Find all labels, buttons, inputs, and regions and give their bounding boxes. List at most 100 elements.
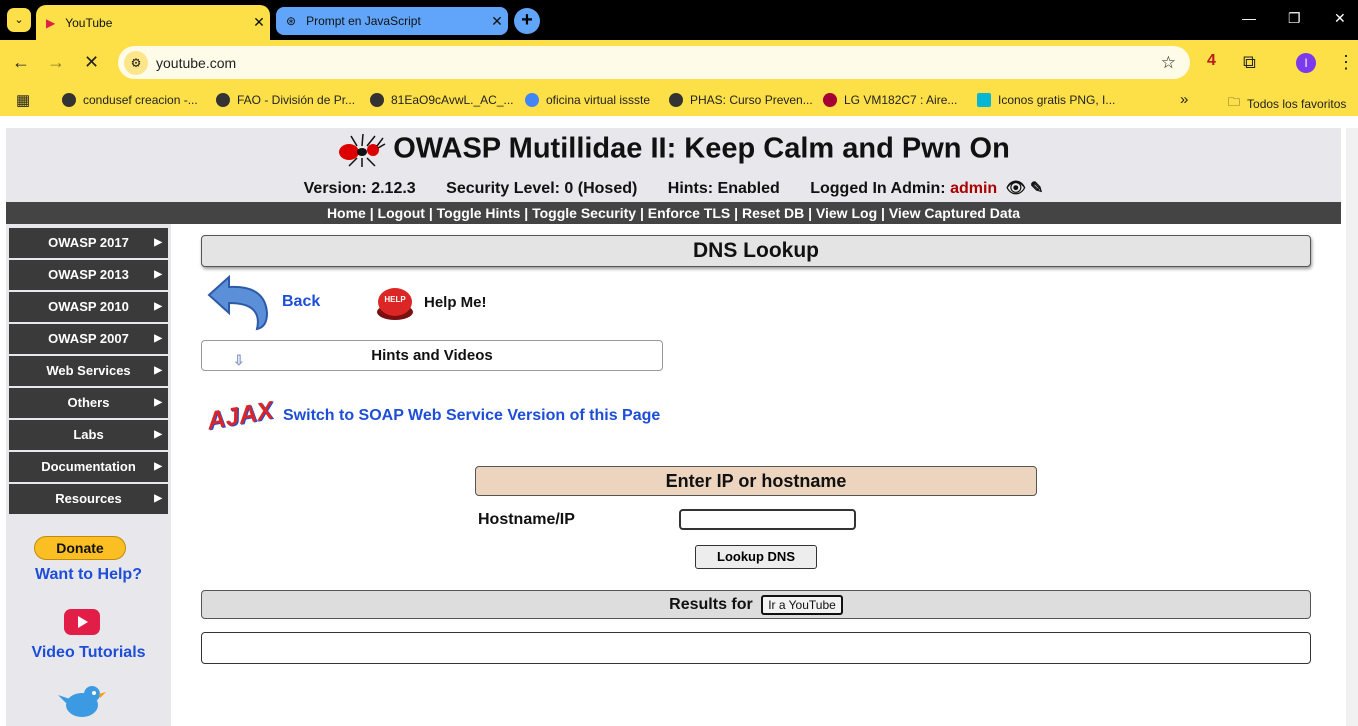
- hints-and-videos-toggle[interactable]: ⇩ Hints and Videos: [201, 340, 663, 371]
- svg-text:HELP: HELP: [384, 295, 406, 304]
- admin-user-link[interactable]: admin: [950, 180, 997, 197]
- nav-home[interactable]: Home: [327, 205, 366, 221]
- bookmark-item[interactable]: Iconos gratis PNG, I...: [977, 93, 1115, 107]
- chevron-right-icon: ▶: [154, 301, 162, 312]
- nav-toggle-hints[interactable]: Toggle Hints: [437, 205, 521, 221]
- bookmark-item[interactable]: oficina virtual issste: [525, 93, 650, 107]
- help-me-link[interactable]: HELP Help Me!: [374, 282, 487, 322]
- twitter-bird-icon[interactable]: [58, 681, 108, 721]
- browser-toolbar: ← → ✕ ⚙ youtube.com ☆ 4 ⧉ I ⋮: [0, 40, 1358, 86]
- status-line: Version: 2.12.3 Security Level: 0 (Hosed…: [6, 178, 1341, 198]
- flaticon-icon: [977, 93, 991, 107]
- minimize-button[interactable]: —: [1242, 10, 1256, 26]
- star-icon[interactable]: ☆: [1161, 53, 1176, 73]
- forward-arrow-icon[interactable]: →: [47, 52, 65, 73]
- page-content: OWASP Mutillidae II: Keep Calm and Pwn O…: [0, 116, 1358, 726]
- folder-icon: 🗀: [1228, 95, 1241, 109]
- donate-button[interactable]: Donate: [34, 536, 126, 560]
- menu-resources[interactable]: Resources ▶: [9, 484, 168, 514]
- chevron-right-icon: ▶: [154, 397, 162, 408]
- all-bookmarks-folder[interactable]: 🗀 Todos los favoritos: [1228, 93, 1346, 114]
- url-text: youtube.com: [156, 54, 237, 71]
- chevron-right-icon: ▶: [154, 333, 162, 344]
- nav-view-log[interactable]: View Log: [816, 205, 877, 221]
- close-window-button[interactable]: ✕: [1334, 10, 1346, 27]
- hints-status-text: Hints: Enabled: [667, 180, 780, 197]
- globe-icon: [669, 93, 683, 107]
- nav-reset-db[interactable]: Reset DB: [742, 205, 804, 221]
- page-title: OWASP Mutillidae II: Keep Calm and Pwn O…: [6, 132, 1341, 168]
- nav-view-captured-data[interactable]: View Captured Data: [889, 205, 1020, 221]
- new-tab-button[interactable]: +: [514, 8, 540, 34]
- bookmark-item[interactable]: PHAS: Curso Preven...: [669, 93, 813, 107]
- youtube-icon[interactable]: [64, 609, 100, 635]
- site-header: OWASP Mutillidae II: Keep Calm and Pwn O…: [6, 128, 1341, 202]
- tab-search-button[interactable]: ⌄: [7, 8, 31, 32]
- hostname-label: Hostname/IP: [478, 511, 575, 528]
- page-heading: DNS Lookup: [201, 235, 1311, 267]
- bookmark-item[interactable]: LG VM182C7 : Aire...: [823, 93, 957, 107]
- edit-icon[interactable]: ✎: [1030, 180, 1043, 197]
- menu-owasp-2013[interactable]: OWASP 2013 ▶: [9, 260, 168, 290]
- version-text: Version: 2.12.3: [303, 180, 416, 197]
- menu-labs[interactable]: Labs ▶: [9, 420, 168, 450]
- globe-icon: [62, 93, 76, 107]
- bookmark-item[interactable]: FAO - División de Pr...: [216, 93, 355, 107]
- back-link[interactable]: Back: [205, 273, 320, 331]
- menu-kebab-icon[interactable]: ⋮: [1337, 52, 1355, 73]
- video-tutorials-link[interactable]: Video Tutorials: [6, 644, 171, 662]
- ajax-logo-icon: AJAX: [205, 396, 276, 436]
- menu-web-services[interactable]: Web Services ▶: [9, 356, 168, 386]
- menu-owasp-2007[interactable]: OWASP 2007 ▶: [9, 324, 168, 354]
- lookup-dns-button[interactable]: Lookup DNS: [695, 545, 817, 569]
- ir-a-youtube-button[interactable]: Ir a YouTube: [761, 595, 843, 615]
- extensions-puzzle-icon[interactable]: ⧉: [1243, 52, 1256, 73]
- tab-prompt-javascript[interactable]: ⊛ Prompt en JavaScript ✕: [276, 7, 508, 35]
- youtube-favicon-icon: ▶: [46, 15, 56, 30]
- eye-icon[interactable]: 👁: [1006, 180, 1026, 197]
- tab-youtube[interactable]: ▶ YouTube ✕: [36, 5, 270, 40]
- ant-logo-icon: [339, 133, 386, 167]
- nav-enforce-tls[interactable]: Enforce TLS: [648, 205, 730, 221]
- google-icon: [525, 93, 539, 107]
- results-header: Results for Ir a YouTube: [201, 590, 1311, 619]
- chevron-right-icon: ▶: [154, 461, 162, 472]
- more-bookmarks-icon[interactable]: »: [1180, 91, 1188, 108]
- address-bar[interactable]: ⚙ youtube.com ☆: [118, 46, 1190, 79]
- back-arrow-icon: [207, 274, 269, 331]
- bookmark-item[interactable]: condusef creacion -...: [62, 93, 198, 107]
- chevron-right-icon: ▶: [154, 269, 162, 280]
- close-tab-icon[interactable]: ✕: [486, 13, 508, 30]
- site-info-icon[interactable]: ⚙: [124, 50, 148, 75]
- want-to-help-link[interactable]: Want to Help?: [6, 566, 171, 584]
- lg-icon: [823, 93, 837, 107]
- bookmarks-bar: ▦ condusef creacion -... FAO - División …: [0, 86, 1358, 116]
- form-header: Enter IP or hostname: [475, 466, 1037, 496]
- tab-title: YouTube: [65, 15, 113, 30]
- nav-toggle-security[interactable]: Toggle Security: [532, 205, 636, 221]
- close-tab-icon[interactable]: ✕: [248, 14, 270, 31]
- menu-owasp-2017[interactable]: OWASP 2017 ▶: [9, 228, 168, 258]
- chevron-right-icon: ▶: [154, 429, 162, 440]
- nav-logout[interactable]: Logout: [378, 205, 425, 221]
- apps-grid-icon[interactable]: ▦: [16, 91, 30, 109]
- logged-in-text: Logged In Admin: admin 👁 ✎: [810, 180, 1044, 197]
- page-scrollbar[interactable]: [1346, 128, 1358, 726]
- security-level-text: Security Level: 0 (Hosed): [446, 180, 638, 197]
- browser-tab-bar: ⌄ ▶ YouTube ✕ ⊛ Prompt en JavaScript ✕ +…: [0, 0, 1358, 40]
- chevron-right-icon: ▶: [154, 365, 162, 376]
- stop-loading-icon[interactable]: ✕: [84, 52, 99, 73]
- back-arrow-icon[interactable]: ←: [12, 52, 30, 73]
- chevron-right-icon: ▶: [154, 237, 162, 248]
- extension-badge-icon[interactable]: 4: [1207, 52, 1216, 70]
- bookmark-item[interactable]: 81EaO9cAvwL._AC_...: [370, 93, 514, 107]
- hostname-input[interactable]: [679, 509, 856, 530]
- restore-button[interactable]: ❐: [1288, 10, 1301, 27]
- menu-documentation[interactable]: Documentation ▶: [9, 452, 168, 482]
- top-navigation: Home | Logout | Toggle Hints | Toggle Se…: [6, 202, 1341, 224]
- menu-others[interactable]: Others ▶: [9, 388, 168, 418]
- menu-owasp-2010[interactable]: OWASP 2010 ▶: [9, 292, 168, 322]
- profile-avatar[interactable]: I: [1296, 53, 1316, 73]
- globe-icon: [370, 93, 384, 107]
- soap-switch-link[interactable]: AJAX Switch to SOAP Web Service Version …: [205, 390, 660, 442]
